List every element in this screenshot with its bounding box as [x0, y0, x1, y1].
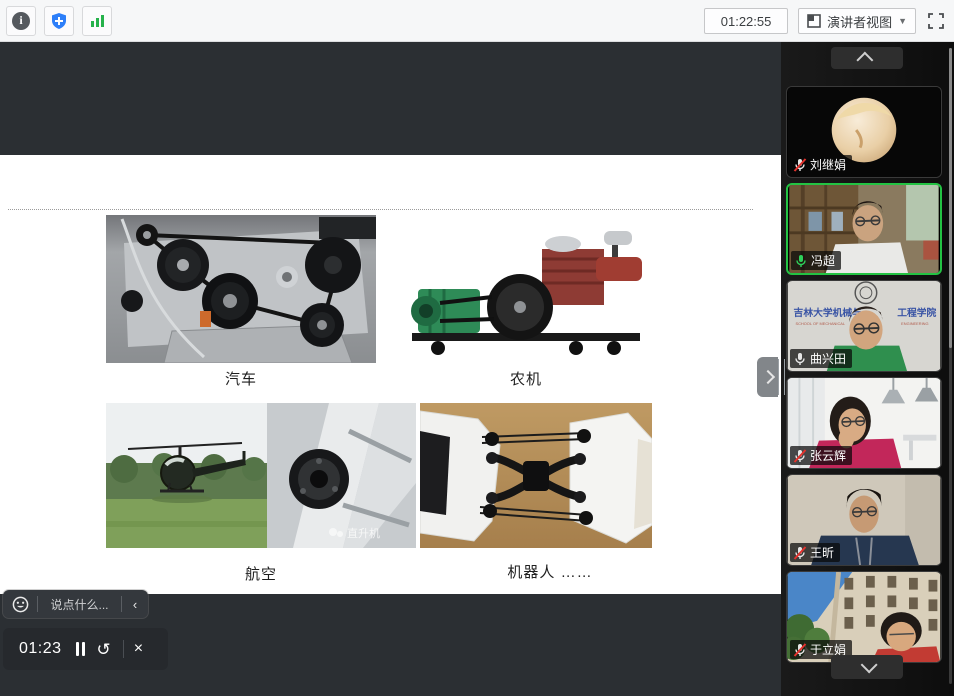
chevron-left-icon[interactable]: ‹ [122, 597, 148, 612]
meeting-topbar: i 01:22:55 演讲者视图 ▼ [0, 0, 954, 42]
recording-control-bar: 01:23 ↺ × [3, 628, 168, 670]
name-badge: 王昕 [790, 543, 840, 562]
sidebar-scrollbar-thumb[interactable] [949, 48, 952, 348]
chevron-down-icon: ▼ [898, 16, 907, 26]
info-icon[interactable]: i [6, 6, 36, 36]
presentation-slide: 汽车 农机 [0, 155, 781, 594]
close-icon[interactable]: × [134, 640, 143, 658]
sidebar-collapse-handle[interactable] [757, 357, 778, 397]
participant-tile[interactable]: 张云辉 [786, 377, 942, 469]
restart-icon[interactable]: ↺ [97, 641, 111, 658]
name-badge: 冯超 [791, 251, 841, 270]
network-signal-icon[interactable] [82, 6, 112, 36]
participant-name: 张云辉 [810, 447, 846, 464]
name-badge: 曲兴田 [790, 349, 852, 368]
name-badge: 张云辉 [790, 446, 852, 465]
chevron-down-icon [861, 656, 878, 673]
pause-icon[interactable] [76, 642, 85, 656]
participant-tile[interactable]: 于立娟 [786, 571, 942, 663]
sidebar-resize-grip[interactable] [778, 359, 785, 395]
participant-tile[interactable]: 王昕 [786, 474, 942, 566]
security-shield-icon[interactable] [44, 6, 74, 36]
helicopter-image [106, 403, 267, 548]
mic-on-icon [793, 352, 807, 366]
slide-divider-dotted-line [8, 209, 753, 210]
slide-label-robot: 机器人 …… [420, 561, 680, 582]
participant-tile[interactable]: 冯超 [786, 183, 942, 275]
slide-label-aviation: 航空 [106, 563, 416, 584]
participants-sidebar: 刘继娟 [781, 42, 954, 696]
participant-tile[interactable]: 刘继娟 [786, 86, 942, 178]
divider [123, 640, 124, 658]
participant-name: 冯超 [811, 252, 835, 269]
slide-label-car: 汽车 [106, 368, 376, 389]
farm-machine-image [400, 227, 652, 357]
meeting-timer: 01:22:55 [704, 8, 788, 34]
chat-quick-bar: 说点什么... ‹ [3, 590, 148, 618]
slide-label-farm: 农机 [400, 368, 652, 389]
topbar-left-icons: i [6, 6, 112, 36]
svg-text:SCHOOL OF MECHANICAL: SCHOOL OF MECHANICAL [796, 321, 846, 326]
svg-text:ENGINEERING: ENGINEERING [901, 321, 928, 326]
fullscreen-icon[interactable] [926, 11, 946, 31]
participant-name: 王昕 [810, 544, 834, 561]
car-engine-image [106, 215, 376, 363]
name-badge: 刘继娟 [790, 155, 852, 174]
participant-name: 刘继娟 [810, 156, 846, 173]
emoji-icon[interactable] [3, 596, 37, 613]
recording-timer: 01:23 [19, 640, 62, 658]
robot-image [420, 403, 652, 548]
mic-muted-icon [793, 546, 807, 560]
scroll-up-button[interactable] [831, 47, 903, 69]
rotor-closeup-image: 直升机 [267, 403, 416, 548]
view-selector[interactable]: 演讲者视图 ▼ [798, 8, 916, 34]
participant-name: 曲兴田 [810, 350, 846, 367]
svg-text:直升机: 直升机 [347, 526, 380, 540]
chevron-up-icon [856, 52, 873, 69]
mic-muted-icon [793, 449, 807, 463]
topbar-right-controls: 01:22:55 演讲者视图 ▼ [704, 0, 946, 42]
mic-muted-icon [793, 158, 807, 172]
scroll-down-button[interactable] [831, 655, 903, 679]
view-selector-label: 演讲者视图 [827, 12, 892, 31]
svg-text:工程学院: 工程学院 [897, 306, 936, 319]
mic-muted-icon [793, 643, 807, 657]
chevron-right-icon [760, 370, 774, 384]
svg-text:吉林大学机械与: 吉林大学机械与 [794, 306, 862, 319]
participant-tile[interactable]: 吉林大学机械与 工程学院 SCHOOL OF MECHANICAL ENGINE… [786, 280, 942, 372]
chat-input[interactable]: 说点什么... [38, 596, 121, 613]
mic-active-icon [794, 254, 808, 268]
view-layout-icon [807, 14, 821, 28]
